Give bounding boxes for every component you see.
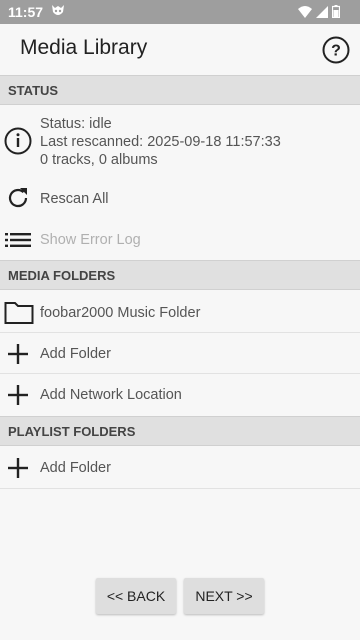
add-folder-label: Add Folder [40,346,111,362]
rescan-all-label: Rescan All [40,191,109,207]
status-info: Status: idle Last rescanned: 2025-09-18 … [0,105,360,177]
show-error-log-item[interactable]: Show Error Log [0,219,360,260]
add-playlist-folder-item[interactable]: Add Folder [0,446,360,489]
next-button[interactable]: NEXT >> [184,578,264,614]
section-title: STATUS [8,83,59,98]
library-counts-text: 0 tracks, 0 albums [40,152,158,168]
add-playlist-folder-label: Add Folder [40,460,111,476]
media-folder-item[interactable]: foobar2000 Music Folder [0,290,360,333]
app-bar: Media Library ? [0,24,360,74]
ghost-notification-icon [51,4,65,23]
help-icon[interactable]: ? [322,36,350,64]
info-icon [4,127,32,155]
svg-text:?: ? [331,43,341,60]
section-header-media-folders: MEDIA FOLDERS [0,260,360,290]
add-folder-item[interactable]: Add Folder [0,333,360,374]
section-title: MEDIA FOLDERS [8,268,116,283]
back-button[interactable]: << BACK [96,578,176,614]
add-network-location-label: Add Network Location [40,387,182,403]
media-folder-name: foobar2000 Music Folder [40,305,201,321]
system-status-bar: 11:57 [0,0,360,24]
rescan-all-item[interactable]: Rescan All [0,177,360,219]
section-header-playlist-folders: PLAYLIST FOLDERS [0,416,360,446]
section-header-status: STATUS [0,75,360,105]
last-rescanned-text: Last rescanned: 2025-09-18 11:57:33 [40,134,281,150]
signal-icon [316,5,328,23]
plus-icon [4,340,32,368]
refresh-icon [4,184,32,212]
show-error-log-label: Show Error Log [40,232,141,248]
wifi-icon [298,5,312,23]
status-text: Status: idle [40,116,112,132]
folder-icon [4,298,34,326]
add-network-location-item[interactable]: Add Network Location [0,374,360,416]
clock: 11:57 [8,4,44,20]
list-icon [4,226,32,254]
section-title: PLAYLIST FOLDERS [8,424,136,439]
plus-icon [4,454,32,482]
plus-icon [4,381,32,409]
page-title: Media Library [20,36,148,59]
battery-icon [331,5,341,23]
